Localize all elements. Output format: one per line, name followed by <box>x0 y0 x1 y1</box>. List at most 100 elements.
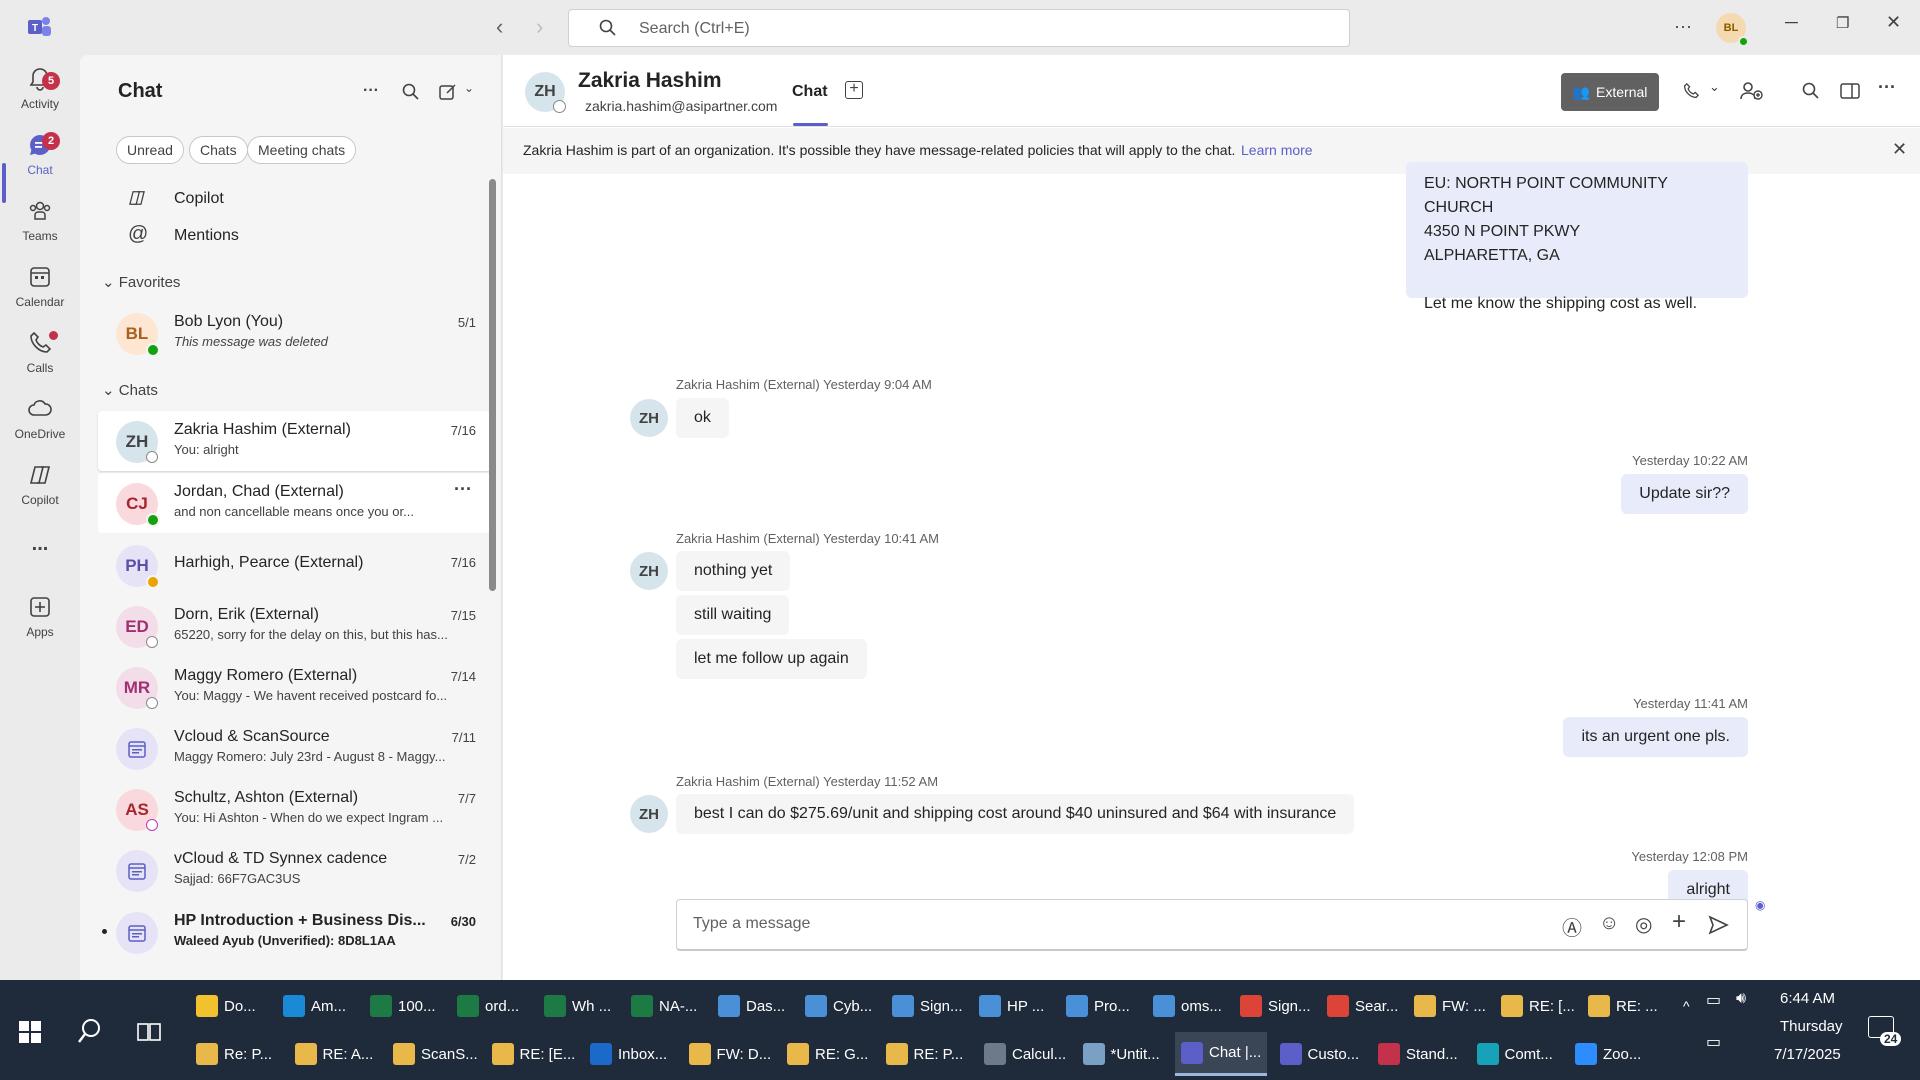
windows-start-icon[interactable] <box>18 1020 42 1044</box>
add-tab-icon[interactable]: + <box>845 81 863 99</box>
search-icon[interactable] <box>402 83 420 101</box>
message-bubble-in[interactable]: let me follow up again <box>676 639 867 679</box>
taskbar-row1-app-1[interactable]: Am... <box>277 984 352 1028</box>
restore-icon[interactable]: ❐ <box>1836 14 1849 32</box>
taskbar-row1-app-15[interactable]: RE: [... <box>1495 984 1581 1028</box>
pinned-copilot[interactable]: Copilot <box>174 190 224 208</box>
taskbar-row2-app-5[interactable]: FW: D... <box>683 1032 778 1076</box>
emoji-icon[interactable]: ☺ <box>1599 912 1619 935</box>
taskbar-row2-app-4[interactable]: Inbox... <box>584 1032 673 1076</box>
contact-name[interactable]: Zakria Hashim <box>578 69 722 93</box>
rail-chat[interactable]: Chat 2 <box>0 131 80 177</box>
taskbar-row2-app-9[interactable]: *Untit... <box>1077 1032 1166 1076</box>
close-icon[interactable]: ✕ <box>1892 139 1907 160</box>
chevron-down-icon[interactable]: ⌄ <box>464 81 474 95</box>
battery-icon[interactable]: ▭ <box>1706 990 1721 1010</box>
format-icon[interactable]: Ⓐ <box>1562 912 1582 941</box>
more-icon[interactable]: ··· <box>363 82 379 100</box>
chat-item-jordan-chad[interactable]: CJ Jordan, Chad (External) and non cance… <box>98 473 492 533</box>
rail-calls[interactable]: Calls <box>0 329 80 375</box>
taskbar-row1-app-13[interactable]: Sear... <box>1321 984 1404 1028</box>
taskbar-row2-app-11[interactable]: Custo... <box>1274 1032 1366 1076</box>
rail-activity[interactable]: Activity 5 <box>0 65 80 111</box>
teams-logo-icon[interactable]: T <box>26 14 52 40</box>
chevron-down-icon[interactable]: ⌄ <box>1709 79 1720 95</box>
taskbar-row2-app-6[interactable]: RE: G... <box>781 1032 874 1076</box>
taskbar-row1-app-5[interactable]: NA-... <box>625 984 703 1028</box>
message-bubble-in[interactable]: best I can do $275.69/unit and shipping … <box>676 794 1355 834</box>
send-icon[interactable] <box>1707 914 1729 936</box>
loop-icon[interactable]: ◎ <box>1635 912 1652 937</box>
minimize-icon[interactable]: ─ <box>1785 12 1798 33</box>
taskbar-row1-app-2[interactable]: 100... <box>364 984 442 1028</box>
chat-item-vcloud-scansource[interactable]: Vcloud & ScanSource Maggy Romero: July 2… <box>98 718 492 778</box>
taskbar-row1-app-11[interactable]: oms... <box>1147 984 1228 1028</box>
rail-calendar[interactable]: Calendar <box>0 263 80 309</box>
volume-icon[interactable]: 🔊︎ <box>1736 990 1746 1008</box>
chat-item-vcloud-td-synnex[interactable]: vCloud & TD Synnex cadence Sajjad: 66F7G… <box>98 840 492 900</box>
rail-apps[interactable]: Apps <box>0 593 80 639</box>
taskbar-row1-app-10[interactable]: Pro... <box>1060 984 1136 1028</box>
chat-item-bob-lyon[interactable]: BL Bob Lyon (You) This message was delet… <box>98 303 492 363</box>
side-panel-icon[interactable] <box>1840 82 1860 100</box>
taskbar-row2-app-10[interactable]: Chat |... <box>1175 1032 1268 1076</box>
attach-plus-icon[interactable]: + <box>1672 908 1686 936</box>
close-window-icon[interactable]: ✕ <box>1886 12 1901 33</box>
taskbar-row2-app-3[interactable]: RE: [E... <box>486 1032 582 1076</box>
taskbar-row2-app-13[interactable]: Comt... <box>1471 1032 1559 1076</box>
task-view-icon[interactable] <box>136 1020 162 1044</box>
chat-item-zakria-hashim[interactable]: ZH Zakria Hashim (External) You: alright… <box>98 411 492 471</box>
taskbar-row2-app-14[interactable]: Zoo... <box>1569 1032 1647 1076</box>
external-button[interactable]: 👥 External <box>1561 73 1659 111</box>
filter-meeting-chats[interactable]: Meeting chats <box>247 136 357 164</box>
taskbar-row2-app-12[interactable]: Stand... <box>1372 1032 1464 1076</box>
chevron-up-icon[interactable]: ^ <box>1683 998 1690 1014</box>
more-options-icon[interactable]: ··· <box>1878 77 1896 98</box>
filter-unread[interactable]: Unread <box>116 136 184 164</box>
message-bubble-in[interactable]: nothing yet <box>676 551 791 591</box>
add-people-icon[interactable] <box>1739 80 1763 102</box>
rail-copilot[interactable]: Copilot <box>0 461 80 507</box>
chat-item-schultz-ashton[interactable]: AS Schultz, Ashton (External) You: Hi As… <box>98 779 492 839</box>
taskbar-row1-app-9[interactable]: HP ... <box>973 984 1050 1028</box>
taskbar-row2-app-8[interactable]: Calcul... <box>978 1032 1072 1076</box>
taskbar-row1-app-4[interactable]: Wh ... <box>538 984 617 1028</box>
message-bubble-out[interactable]: Update sir?? <box>1621 474 1748 514</box>
tab-chat[interactable]: Chat <box>792 83 828 101</box>
taskbar-row1-app-6[interactable]: Das... <box>712 984 791 1028</box>
search-box[interactable]: Search (Ctrl+E) <box>568 9 1350 47</box>
back-arrow-icon[interactable]: ‹ <box>496 14 503 40</box>
pinned-mentions[interactable]: Mentions <box>174 227 239 245</box>
taskbar-row1-app-3[interactable]: ord... <box>451 984 525 1028</box>
more-options-icon[interactable]: ··· <box>1674 16 1692 37</box>
filter-chats[interactable]: Chats <box>189 136 248 164</box>
rail-onedrive[interactable]: OneDrive <box>0 395 80 441</box>
new-chat-icon[interactable] <box>438 82 458 102</box>
network-icon[interactable]: ▭ <box>1706 1032 1721 1052</box>
taskbar-row1-app-0[interactable]: Do... <box>190 984 262 1028</box>
more-icon[interactable]: ··· <box>454 479 472 500</box>
message-composer[interactable]: Type a message Ⓐ ☺ ◎ + <box>676 899 1748 951</box>
forward-arrow-icon[interactable]: › <box>536 14 543 40</box>
clock-time[interactable]: 6:44 AM <box>1780 990 1835 1007</box>
rail-teams[interactable]: Teams <box>0 197 80 243</box>
search-icon[interactable] <box>1802 82 1820 100</box>
taskbar-row2-app-1[interactable]: RE: A... <box>289 1032 380 1076</box>
taskbar-row2-app-7[interactable]: RE: P... <box>880 1032 970 1076</box>
more-apps-icon[interactable]: ... <box>0 533 80 556</box>
scrollbar-thumb[interactable] <box>489 179 496 591</box>
message-bubble-in[interactable]: still waiting <box>676 595 790 635</box>
search-icon[interactable] <box>76 1017 104 1045</box>
chat-item-harhigh-pearce[interactable]: PH Harhigh, Pearce (External) 7/16 <box>98 535 492 595</box>
message-input[interactable]: Type a message <box>693 915 810 933</box>
chat-item-maggy-romero[interactable]: MR Maggy Romero (External) You: Maggy - … <box>98 657 492 717</box>
taskbar-row1-app-7[interactable]: Cyb... <box>799 984 878 1028</box>
taskbar-row1-app-14[interactable]: FW: ... <box>1408 984 1492 1028</box>
taskbar-row1-app-16[interactable]: RE: ... <box>1582 984 1664 1028</box>
learn-more-link[interactable]: Learn more <box>1241 142 1313 158</box>
taskbar-row2-app-2[interactable]: ScanS... <box>387 1032 484 1076</box>
taskbar-row1-app-12[interactable]: Sign... <box>1234 984 1317 1028</box>
chats-header[interactable]: ⌄ Chats <box>102 381 158 399</box>
call-icon[interactable] <box>1681 81 1701 101</box>
chat-item-hp-introduction[interactable]: HP Introduction + Business Dis... Waleed… <box>98 902 492 962</box>
